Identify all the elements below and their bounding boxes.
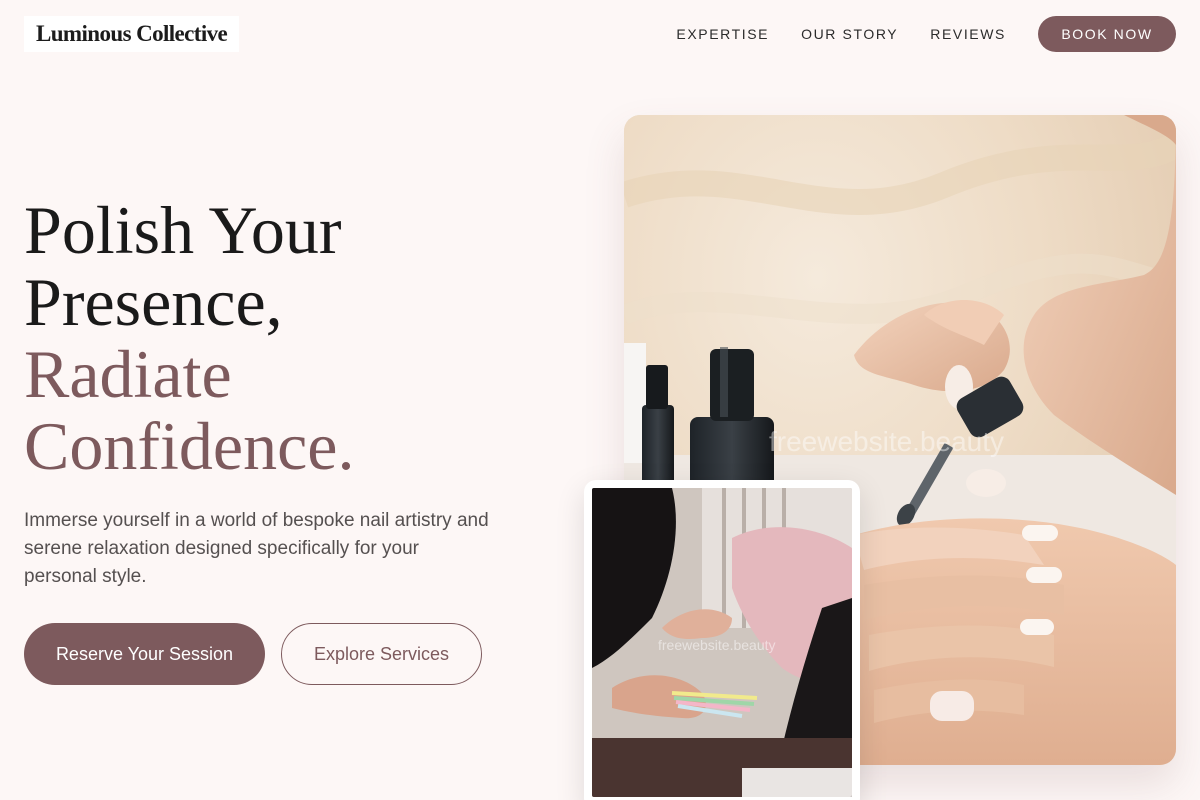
site-header: Luminous Collective EXPERTISE OUR STORY … — [0, 0, 1200, 68]
nail-swatch-photo-card: freewebsite.beauty — [584, 480, 860, 800]
book-now-button[interactable]: BOOK NOW — [1038, 16, 1176, 52]
hero-title-line-2: Presence, — [24, 264, 283, 340]
explore-services-button[interactable]: Explore Services — [281, 623, 482, 685]
main-nav: EXPERTISE OUR STORY REVIEWS BOOK NOW — [676, 16, 1176, 52]
nav-link-our-story[interactable]: OUR STORY — [801, 26, 898, 42]
hero-title: Polish Your Presence, Radiate Confidence… — [24, 194, 584, 482]
reserve-session-button[interactable]: Reserve Your Session — [24, 623, 265, 685]
nail-swatch-photo: freewebsite.beauty — [592, 488, 852, 797]
hero-title-line-3: Radiate — [24, 336, 232, 412]
nav-link-reviews[interactable]: REVIEWS — [930, 26, 1006, 42]
main-photo-watermark: freewebsite.beauty — [769, 426, 1004, 457]
nav-link-expertise[interactable]: EXPERTISE — [676, 26, 769, 42]
hero-title-line-4: Confidence. — [24, 408, 355, 484]
inset-photo-watermark: freewebsite.beauty — [658, 637, 776, 653]
hero-subtitle: Immerse yourself in a world of bespoke n… — [24, 510, 489, 587]
page: Luminous Collective EXPERTISE OUR STORY … — [0, 0, 1200, 800]
hero-title-line-1: Polish Your — [24, 192, 342, 268]
brand-logo[interactable]: Luminous Collective — [24, 16, 240, 52]
